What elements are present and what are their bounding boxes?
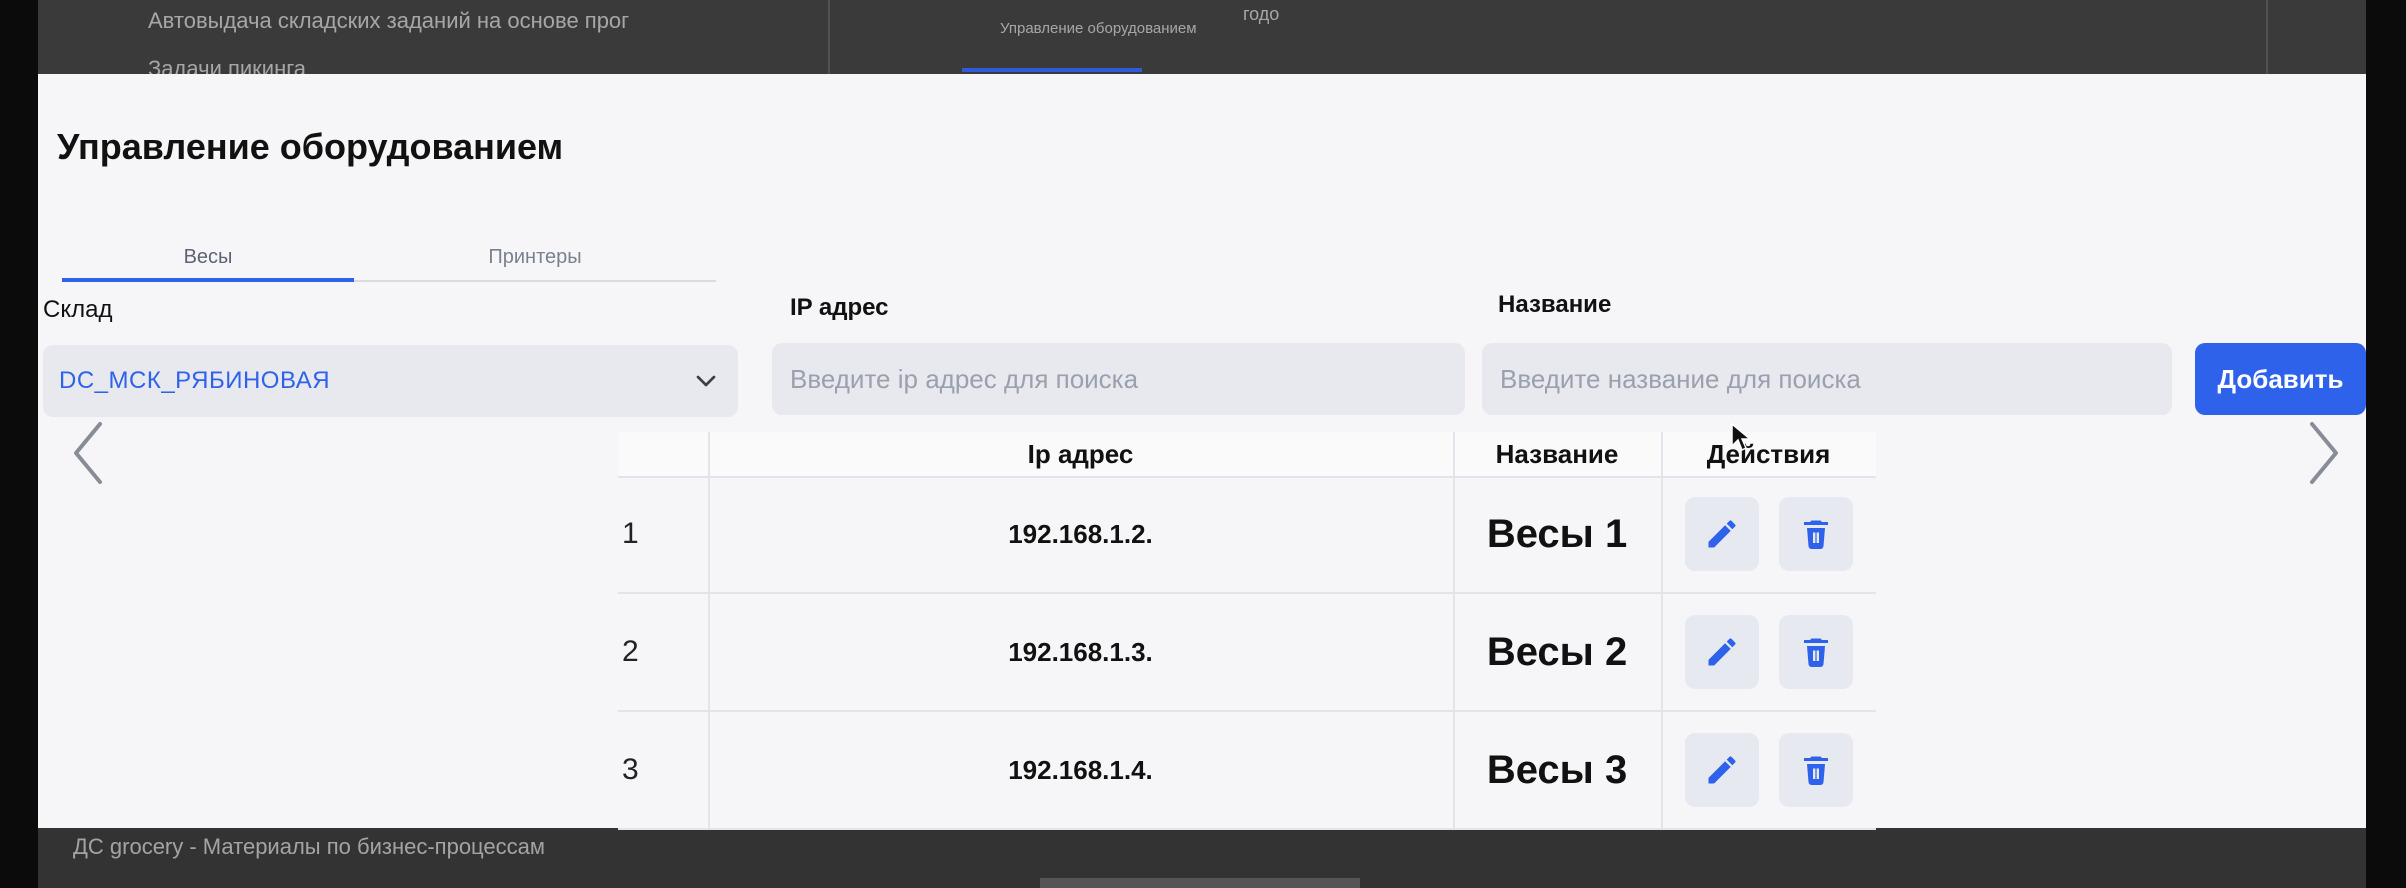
column-header-number <box>618 432 708 476</box>
modal-title: Управление оборудованием <box>57 126 564 167</box>
equipment-modal: Управление оборудованием Весы Принтеры С… <box>38 74 2366 830</box>
column-header-name: Название <box>1495 438 1619 469</box>
delete-button[interactable] <box>1778 615 1853 689</box>
name-label: Название <box>1498 291 1612 318</box>
column-header-ip: Ip адрес <box>1027 438 1134 469</box>
ip-search-field <box>772 343 1465 415</box>
background-bar <box>1040 878 1360 888</box>
edit-button[interactable] <box>1684 497 1759 571</box>
pencil-icon <box>1708 756 1736 784</box>
table-row: 2 192.168.1.3. Весы 2 <box>618 594 1876 712</box>
row-actions <box>1661 594 1876 710</box>
background-text: ДС grocery - Материалы по бизнес-процесс… <box>73 834 546 859</box>
row-ip: 192.168.1.2. <box>1008 518 1153 549</box>
row-name: Весы 1 <box>1486 511 1628 556</box>
background-text: Автовыдача складских заданий на основе п… <box>148 8 630 33</box>
row-number: 2 <box>622 635 639 668</box>
warehouse-select[interactable]: DC_МСК_РЯБИНОВАЯ <box>43 345 738 417</box>
row-number: 3 <box>622 753 639 786</box>
row-ip: 192.168.1.4. <box>1008 754 1153 785</box>
pencil-icon <box>1708 638 1736 666</box>
trash-icon <box>1803 638 1828 667</box>
name-search-input[interactable] <box>1498 362 2156 396</box>
add-button[interactable]: Добавить <box>2195 343 2366 415</box>
delete-button[interactable] <box>1778 733 1853 807</box>
screen: Автовыдача складских заданий на основе п… <box>0 0 2406 888</box>
table-header: Ip адрес Название Действия <box>618 432 1876 478</box>
row-ip: 192.168.1.3. <box>1008 636 1153 667</box>
background-divider <box>828 0 830 74</box>
active-tab-indicator <box>62 278 354 282</box>
tab-printers[interactable]: Принтеры <box>354 234 716 280</box>
trash-icon <box>1803 520 1828 549</box>
background-tab-indicator <box>962 68 1142 72</box>
chevron-right-icon[interactable] <box>2302 418 2346 488</box>
edit-button[interactable] <box>1684 733 1759 807</box>
background-page-top: Автовыдача складских заданий на основе п… <box>38 0 2366 74</box>
pencil-icon <box>1708 520 1736 548</box>
name-search-field <box>1482 343 2172 415</box>
delete-button[interactable] <box>1778 497 1853 571</box>
background-divider <box>2266 0 2268 74</box>
tabs: Весы Принтеры <box>62 234 716 282</box>
table-row: 1 192.168.1.2. Весы 1 <box>618 476 1876 594</box>
ip-search-input[interactable] <box>788 362 1449 396</box>
warehouse-select-value: DC_МСК_РЯБИНОВАЯ <box>59 367 331 394</box>
chevron-down-icon <box>696 375 716 387</box>
warehouse-label: Склад <box>43 296 113 323</box>
column-header-actions: Действия <box>1706 438 1831 469</box>
table-row: 3 192.168.1.4. Весы 3 <box>618 712 1876 830</box>
trash-icon <box>1803 756 1828 785</box>
row-number: 1 <box>622 517 639 550</box>
chevron-left-icon[interactable] <box>66 418 110 488</box>
mouse-cursor-icon <box>1731 422 1752 452</box>
row-name: Весы 3 <box>1486 747 1628 792</box>
row-actions <box>1661 712 1876 828</box>
background-text: годо <box>1243 4 1280 24</box>
ip-label: IP адрес <box>790 294 889 321</box>
row-name: Весы 2 <box>1486 629 1628 674</box>
tab-scales[interactable]: Весы <box>62 234 354 280</box>
background-tab: Управление оборудованием <box>1000 20 1197 37</box>
background-text: Задачи пикинга <box>148 56 307 74</box>
edit-button[interactable] <box>1684 615 1759 689</box>
equipment-table: Ip адрес Название Действия 1 192.168.1.2… <box>578 432 1876 830</box>
background-page-bottom: ДС grocery - Материалы по бизнес-процесс… <box>38 828 2366 888</box>
row-actions <box>1661 476 1876 592</box>
